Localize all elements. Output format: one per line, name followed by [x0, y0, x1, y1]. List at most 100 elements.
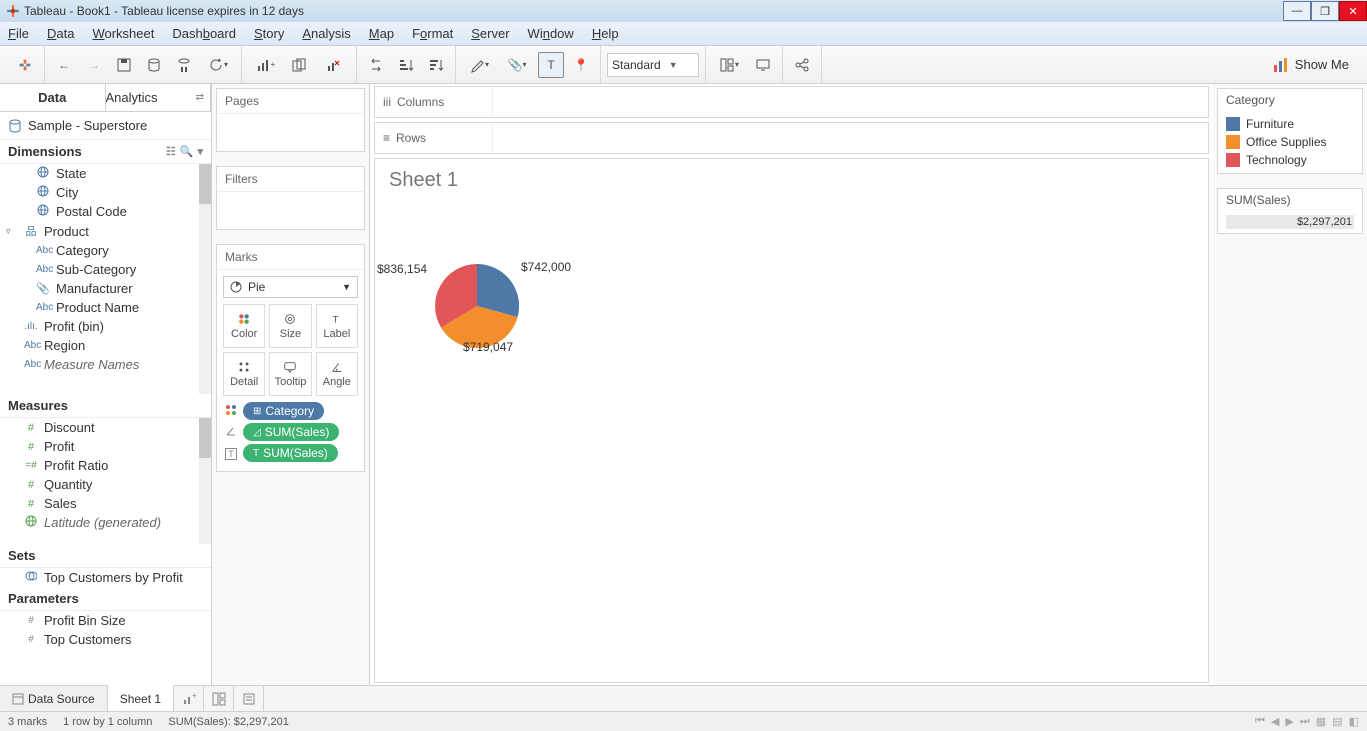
field-latitude-generated-[interactable]: Latitude (generated): [0, 513, 211, 532]
new-story-tab[interactable]: [234, 686, 264, 711]
field-top-customers[interactable]: #Top Customers: [0, 630, 211, 649]
undo-button[interactable]: ←: [51, 52, 77, 78]
duplicate-sheet-button[interactable]: [286, 52, 312, 78]
group-button[interactable]: 📎▾: [500, 52, 534, 78]
pill-sum-sales-[interactable]: ◿SUM(Sales): [243, 423, 339, 441]
menu-format[interactable]: Format: [412, 26, 453, 41]
marks-angle-button[interactable]: Angle: [316, 352, 358, 396]
field-discount[interactable]: #Discount: [0, 418, 211, 437]
nav-prev-icon[interactable]: ◀: [1271, 715, 1279, 728]
swap-rows-columns-button[interactable]: [363, 52, 389, 78]
menu-help[interactable]: Help: [592, 26, 619, 41]
show-me-button[interactable]: Show Me: [1261, 57, 1361, 73]
view-grid-icon[interactable]: ▦: [1316, 715, 1326, 728]
view-list-icon[interactable]: ▤: [1332, 715, 1342, 728]
status-marks: 3 marks: [8, 716, 47, 728]
field-measure-names[interactable]: AbcMeasure Names: [0, 355, 211, 374]
search-icon[interactable]: 🔍: [180, 145, 194, 158]
field-category[interactable]: AbcCategory: [0, 241, 211, 260]
marks-color-button[interactable]: Color: [223, 304, 265, 348]
field-profit[interactable]: #Profit: [0, 437, 211, 456]
field-region[interactable]: AbcRegion: [0, 336, 211, 355]
visualization[interactable]: $742,000 $719,047 $836,154: [375, 202, 1208, 682]
marks-tooltip-button[interactable]: Tooltip: [269, 352, 311, 396]
menu-caret-icon[interactable]: ▾: [197, 145, 203, 158]
field-profit-ratio[interactable]: =#Profit Ratio: [0, 456, 211, 475]
pause-auto-updates-button[interactable]: [171, 52, 197, 78]
view-filmstrip-icon[interactable]: ◧: [1349, 715, 1359, 728]
highlight-button[interactable]: ▾: [462, 52, 496, 78]
field-product[interactable]: ▿品Product: [0, 221, 211, 241]
menu-worksheet[interactable]: Worksheet: [92, 26, 154, 41]
legend-item-furniture[interactable]: Furniture: [1226, 115, 1354, 133]
legend-label: Furniture: [1246, 117, 1294, 131]
refresh-button[interactable]: ▾: [201, 52, 235, 78]
field-top-customers-by-profit[interactable]: Top Customers by Profit: [0, 568, 211, 587]
menu-dashboard[interactable]: Dashboard: [172, 26, 236, 41]
legend-item-technology[interactable]: Technology: [1226, 151, 1354, 169]
field-city[interactable]: City: [0, 183, 211, 202]
legend-swatch: [1226, 135, 1240, 149]
field-profit-bin-[interactable]: .ılı.Profit (bin): [0, 317, 211, 336]
minimize-button[interactable]: —: [1283, 1, 1311, 21]
pill-category[interactable]: ⊞Category: [243, 402, 324, 420]
show-me-icon: [1273, 57, 1289, 73]
field-product-name[interactable]: AbcProduct Name: [0, 298, 211, 317]
fit-dropdown[interactable]: Standard ▼: [607, 53, 699, 77]
data-source-tab[interactable]: Data Source: [0, 686, 108, 711]
menu-data[interactable]: Data: [47, 26, 74, 41]
view-toggle-icon[interactable]: ☷: [166, 145, 176, 158]
new-dashboard-tab[interactable]: [204, 686, 234, 711]
pages-shelf[interactable]: [217, 114, 364, 126]
pin-button[interactable]: 📍: [568, 52, 594, 78]
=#-icon: =#: [24, 460, 38, 471]
field-postal-code[interactable]: Postal Code: [0, 202, 211, 221]
tableau-home-button[interactable]: [12, 52, 38, 78]
analytics-tab[interactable]: Analytics⇄: [106, 84, 212, 111]
presentation-mode-button[interactable]: [750, 52, 776, 78]
rows-shelf[interactable]: ≡ Rows: [374, 122, 1209, 154]
datasource-item[interactable]: Sample - Superstore: [0, 112, 211, 140]
field-label: Sub-Category: [56, 262, 136, 277]
field-sub-category[interactable]: AbcSub-Category: [0, 260, 211, 279]
menu-server[interactable]: Server: [471, 26, 509, 41]
pie-chart[interactable]: [435, 264, 519, 348]
menu-file[interactable]: File: [8, 26, 29, 41]
pill-sum-sales-[interactable]: TSUM(Sales): [243, 444, 338, 462]
legend-item-office-supplies[interactable]: Office Supplies: [1226, 133, 1354, 151]
marks-size-button[interactable]: Size: [269, 304, 311, 348]
redo-button[interactable]: →: [81, 52, 107, 78]
nav-last-icon[interactable]: ⏭: [1300, 715, 1310, 728]
filters-shelf[interactable]: [217, 192, 364, 204]
new-worksheet-button[interactable]: +: [248, 52, 282, 78]
data-tab[interactable]: Data: [0, 84, 106, 111]
field-quantity[interactable]: #Quantity: [0, 475, 211, 494]
menu-analysis[interactable]: Analysis: [302, 26, 350, 41]
new-datasource-button[interactable]: [141, 52, 167, 78]
sheet-tab[interactable]: Sheet 1: [108, 685, 174, 711]
field-manufacturer[interactable]: 📎Manufacturer: [0, 279, 211, 298]
save-button[interactable]: [111, 52, 137, 78]
marks-type-dropdown[interactable]: Pie ▼: [223, 276, 358, 298]
sort-desc-button[interactable]: [423, 52, 449, 78]
columns-shelf[interactable]: iii Columns: [374, 86, 1209, 118]
marks-label-button[interactable]: TLabel: [316, 304, 358, 348]
menu-window[interactable]: Window: [528, 26, 574, 41]
clear-sheet-button[interactable]: [316, 52, 350, 78]
maximize-button[interactable]: ❐: [1311, 1, 1339, 21]
field-state[interactable]: State: [0, 164, 211, 183]
nav-next-icon[interactable]: ▶: [1285, 715, 1293, 728]
show-hide-cards-button[interactable]: ▾: [712, 52, 746, 78]
field-profit-bin-size[interactable]: #Profit Bin Size: [0, 611, 211, 630]
close-button[interactable]: ✕: [1339, 1, 1367, 21]
share-button[interactable]: [789, 52, 815, 78]
menu-story[interactable]: Story: [254, 26, 284, 41]
sort-asc-button[interactable]: [393, 52, 419, 78]
new-worksheet-tab[interactable]: +: [174, 686, 204, 711]
marks-detail-button[interactable]: Detail: [223, 352, 265, 396]
sheet-title[interactable]: Sheet 1: [375, 159, 1208, 202]
show-mark-labels-button[interactable]: T: [538, 52, 564, 78]
menu-map[interactable]: Map: [369, 26, 394, 41]
field-sales[interactable]: #Sales: [0, 494, 211, 513]
nav-first-icon[interactable]: ⏮: [1255, 715, 1265, 728]
